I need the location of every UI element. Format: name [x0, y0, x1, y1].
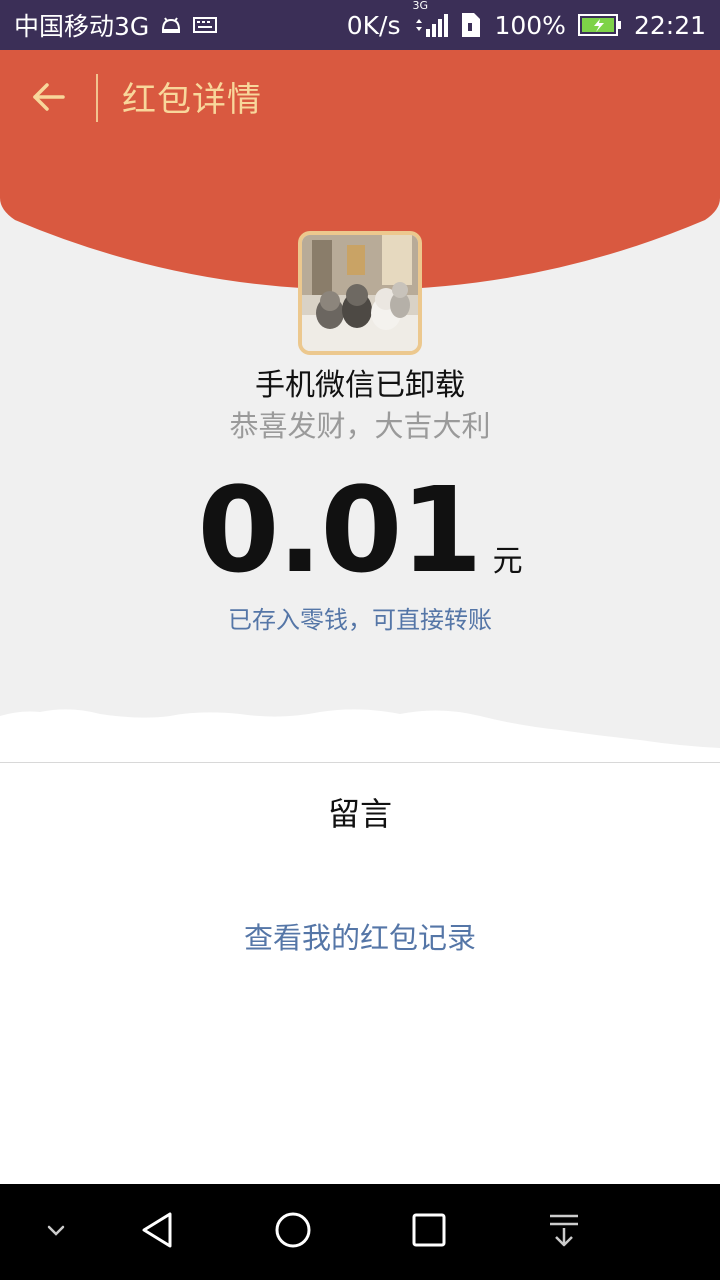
sender-name: 手机微信已卸载 [255, 368, 465, 403]
clock: 22:21 [633, 10, 706, 40]
page-title: 红包详情 [122, 80, 262, 120]
sim-icon [460, 11, 482, 39]
amount-value: 0.01 [197, 461, 482, 599]
recents-square-icon [409, 1210, 449, 1254]
network-type-label: 3G [412, 0, 428, 12]
notification-pull-icon [546, 1210, 582, 1254]
view-history-link[interactable]: 查看我的红包记录 [0, 916, 720, 960]
back-triangle-icon [138, 1210, 178, 1254]
signal-icon: 3G [412, 0, 449, 39]
android-debug-icon [159, 14, 183, 36]
home-circle-icon [273, 1210, 313, 1254]
sender-avatar[interactable] [298, 231, 422, 355]
status-bar: 中国移动3G 0K/s 3G 100% 22:21 [0, 0, 720, 50]
amount-row: 0.01 元 [0, 470, 720, 590]
amount-unit: 元 [492, 544, 523, 579]
message-label: 留言 [327, 795, 392, 833]
nav-home-button[interactable] [253, 1202, 333, 1262]
battery-percent: 100% [494, 10, 566, 40]
torn-edge-decoration [0, 709, 720, 764]
net-speed: 0K/s [346, 10, 401, 40]
app-header: 红包详情 [0, 50, 720, 150]
arrow-left-icon [31, 82, 65, 116]
nav-recents-button[interactable] [389, 1202, 469, 1262]
battery-charging-icon [577, 13, 622, 37]
saved-to-balance-link[interactable]: 已存入零钱，可直接转账 [0, 602, 720, 638]
nav-notification-button[interactable] [524, 1202, 604, 1262]
keyboard-icon [193, 16, 218, 34]
carrier-label: 中国移动3G [14, 12, 150, 41]
nav-hide-button[interactable] [16, 1202, 96, 1262]
back-button[interactable] [28, 74, 68, 124]
greeting-text: 恭喜发财，大吉大利 [229, 409, 491, 443]
chevron-down-icon [45, 1223, 67, 1242]
section-divider [0, 762, 720, 763]
system-nav-bar [0, 1184, 720, 1280]
header-divider [96, 74, 98, 122]
nav-back-button[interactable] [118, 1202, 198, 1262]
kittens-photo [302, 235, 418, 351]
